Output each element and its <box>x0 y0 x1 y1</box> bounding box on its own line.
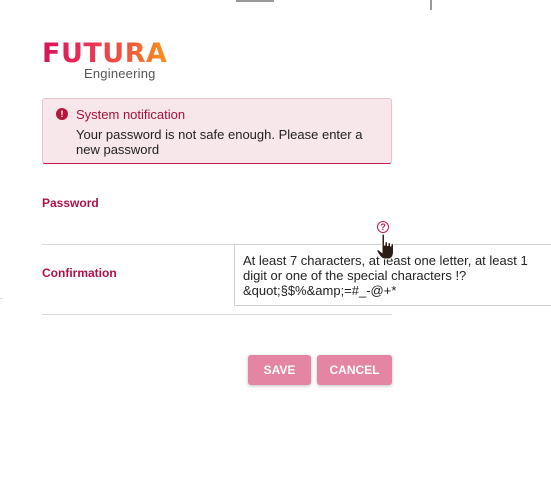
backdrop-fragment <box>236 0 274 2</box>
cancel-button[interactable]: CANCEL <box>317 355 392 385</box>
confirmation-label: Confirmation <box>42 266 117 280</box>
exclamation-icon: ! <box>56 108 68 120</box>
save-button[interactable]: SAVE <box>248 355 311 385</box>
notification-title: System notification <box>76 107 186 122</box>
system-notification: ! System notification Your password is n… <box>42 98 392 164</box>
hand-cursor-icon <box>376 233 394 260</box>
company-logo: FUTURA <box>42 40 167 68</box>
backdrop-fragment <box>430 0 432 10</box>
password-input[interactable] <box>42 214 392 244</box>
backdrop-fragment <box>0 298 3 299</box>
logo-subtitle: Engineering <box>84 66 156 81</box>
password-underline <box>42 244 234 245</box>
confirmation-input[interactable] <box>42 284 234 314</box>
logo-brand: FUTURA <box>42 38 168 69</box>
notification-message: Your password is not safe enough. Please… <box>76 127 363 157</box>
confirmation-underline <box>42 314 392 315</box>
password-label: Password <box>42 196 99 210</box>
